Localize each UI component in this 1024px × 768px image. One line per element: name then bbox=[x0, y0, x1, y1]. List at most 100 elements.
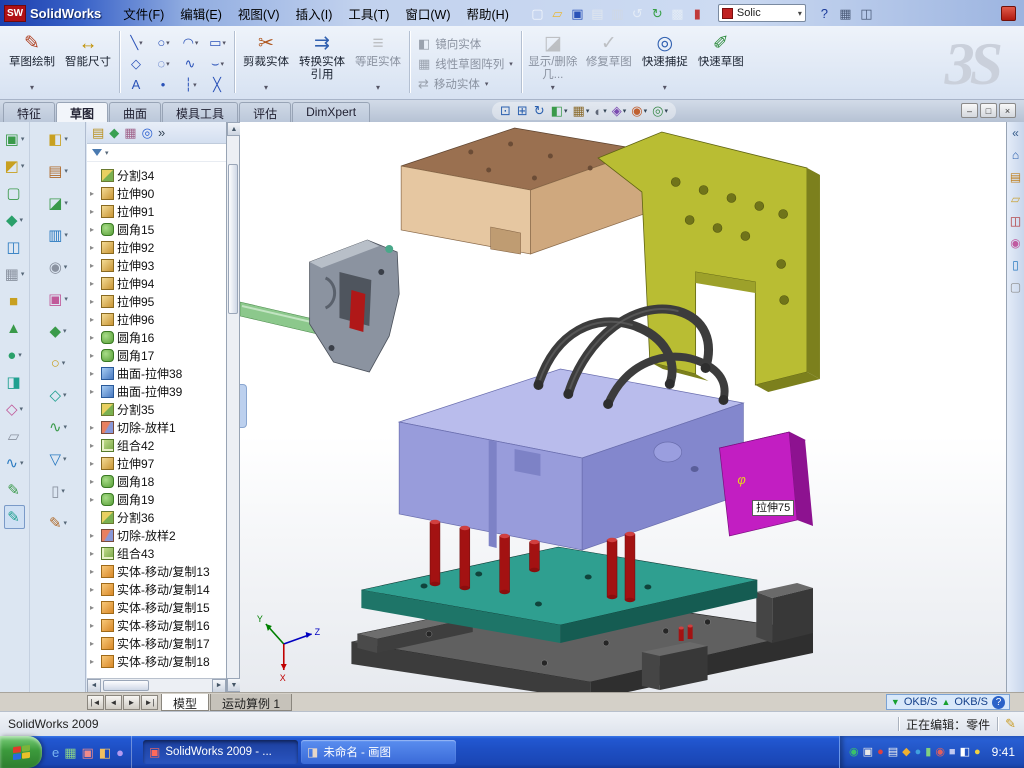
scroll-left-icon[interactable]: ◄ bbox=[87, 679, 101, 693]
document-tab[interactable]: 模型 bbox=[161, 694, 209, 711]
expand-arrow-icon[interactable]: ▸ bbox=[90, 549, 98, 558]
undo-icon[interactable]: ↺ bbox=[629, 5, 646, 22]
display-delete-relations-button[interactable]: ◪ 显示/删除几... ▾ bbox=[525, 30, 581, 94]
tray-icon[interactable]: ● bbox=[915, 747, 922, 758]
left-toolbar-icon[interactable]: ▽ ▾ bbox=[46, 447, 69, 471]
left-toolbar-icon[interactable]: ▦ ▾ bbox=[2, 262, 28, 286]
sheet-nav-button[interactable]: ◄ bbox=[105, 695, 122, 710]
tray-icon[interactable]: ● bbox=[974, 747, 981, 758]
titlebar-red-button[interactable] bbox=[1001, 6, 1016, 21]
feature-tree-item[interactable]: ▸ 圆角19 bbox=[87, 490, 226, 508]
graphics-viewport[interactable]: φ bbox=[240, 122, 1006, 692]
tray-icon[interactable]: ▣ bbox=[863, 747, 873, 758]
left-toolbar-icon[interactable]: ▤ ▾ bbox=[45, 159, 71, 183]
expand-arrow-icon[interactable]: ▸ bbox=[90, 243, 98, 252]
feature-tree-item[interactable]: ▸ 组合43 bbox=[87, 544, 226, 562]
left-toolbar-icon[interactable]: ▣ ▾ bbox=[2, 127, 28, 151]
left-toolbar-icon[interactable]: ◇ ▾ bbox=[3, 397, 26, 421]
tree-filter[interactable]: ▾ bbox=[87, 144, 226, 162]
menu-item[interactable]: 编辑(E) bbox=[172, 1, 230, 26]
tree-overflow-chevron[interactable]: » bbox=[158, 126, 165, 139]
left-toolbar-icon[interactable]: ✎ ▾ bbox=[46, 511, 70, 535]
expand-arrow-icon[interactable]: ▸ bbox=[90, 531, 98, 540]
scroll-up-icon[interactable]: ▲ bbox=[227, 122, 241, 136]
scrollbar-thumb[interactable] bbox=[228, 164, 238, 314]
expand-arrow-icon[interactable]: ▸ bbox=[90, 297, 98, 306]
print-icon[interactable]: ▤ bbox=[589, 5, 606, 22]
expand-arrow-icon[interactable]: ▸ bbox=[90, 459, 98, 468]
arc-icon[interactable]: ◠ ▾ bbox=[177, 32, 204, 53]
left-toolbar-icon[interactable]: ◆ ▾ bbox=[46, 319, 69, 343]
left-toolbar-icon[interactable]: ▥ ▾ bbox=[45, 223, 71, 247]
centerline-icon[interactable]: ┆ ▾ bbox=[177, 74, 204, 95]
taskbar-task[interactable]: ▣ SolidWorks 2009 - ... bbox=[143, 740, 298, 764]
left-toolbar-icon[interactable]: ◨ bbox=[3, 370, 25, 394]
previous-view-icon[interactable]: ↻ bbox=[534, 103, 546, 119]
sketch-draw-button[interactable]: ✎ 草图绘制 ▾ bbox=[4, 30, 60, 94]
section-view-icon[interactable]: ◧ ▾ bbox=[551, 103, 568, 119]
feature-tree-item[interactable]: ▸ 圆角17 bbox=[87, 346, 226, 364]
part-cavity-block[interactable] bbox=[399, 369, 764, 550]
sheet-nav-button[interactable]: |◄ bbox=[87, 695, 104, 710]
minimize-button[interactable]: – bbox=[961, 103, 978, 118]
sketch-fillet-icon[interactable]: ⌣ ▾ bbox=[204, 53, 231, 74]
convert-entities-button[interactable]: ⇉ 转换实体引用 bbox=[294, 30, 350, 94]
quick-launch-icon[interactable]: ● bbox=[116, 746, 124, 759]
polygon-icon[interactable]: ◇ bbox=[123, 53, 150, 74]
part-nozzle-clamp[interactable] bbox=[240, 240, 399, 372]
offset-entities-button[interactable]: ≡ 等距实体 ▾ bbox=[350, 30, 406, 94]
feature-tree-item[interactable]: ▸ 拉伸90 bbox=[87, 184, 226, 202]
options-icon[interactable]: ▩ bbox=[669, 5, 686, 22]
menu-item[interactable]: 插入(I) bbox=[288, 1, 341, 26]
feature-tree-item[interactable]: ▸ 切除-放样1 bbox=[87, 418, 226, 436]
part-top-clamp-plate[interactable] bbox=[401, 128, 644, 254]
propertymanager-tab-icon[interactable]: ◆ bbox=[109, 126, 119, 139]
menu-item[interactable]: 帮助(H) bbox=[459, 1, 517, 26]
display-style-icon[interactable]: ◐ ▾ bbox=[594, 104, 606, 119]
move-entities-button[interactable]: ⇄ 移动实体 ▾ bbox=[413, 75, 518, 93]
trim-entities-button[interactable]: ✂ 剪裁实体 ▾ bbox=[238, 30, 294, 94]
feature-tree-item[interactable]: ▸ 组合42 bbox=[87, 436, 226, 454]
feature-tree-item[interactable]: ▸ 圆角16 bbox=[87, 328, 226, 346]
left-toolbar-icon[interactable]: ✎ bbox=[4, 505, 25, 529]
expand-arrow-icon[interactable]: ▸ bbox=[90, 495, 98, 504]
feature-tree-item[interactable]: ▸ 实体-移动/复制18 bbox=[87, 652, 226, 670]
taskbar-task[interactable]: ◨ 未命名 - 画图 bbox=[301, 740, 456, 764]
tray-icon[interactable]: ▤ bbox=[888, 747, 898, 758]
panel-splitter-grip[interactable] bbox=[240, 384, 247, 428]
configurationmanager-tab-icon[interactable]: ▦ bbox=[124, 126, 136, 139]
left-toolbar-icon[interactable]: ▯ ▾ bbox=[48, 479, 68, 503]
left-toolbar-icon[interactable]: ✎ bbox=[4, 478, 25, 502]
design-library-icon[interactable]: ▤ bbox=[1010, 171, 1021, 183]
tree-horizontal-scrollbar[interactable]: ◄ ► bbox=[87, 678, 226, 692]
scene-icon[interactable]: ◎ ▾ bbox=[652, 103, 668, 119]
tray-icon[interactable]: ● bbox=[877, 747, 884, 758]
expand-arrow-icon[interactable]: ▸ bbox=[90, 369, 98, 378]
tray-icon[interactable]: ◧ bbox=[960, 747, 970, 758]
mirror-entities-button[interactable]: ◧ 镜向实体 bbox=[413, 35, 518, 53]
quick-tips-icon[interactable]: ✎ bbox=[1005, 716, 1016, 732]
tray-icon[interactable]: ◆ bbox=[902, 747, 910, 758]
left-toolbar-icon[interactable]: ◇ ▾ bbox=[46, 383, 69, 407]
custom-properties-icon[interactable]: ▯ bbox=[1012, 259, 1019, 271]
spline-icon[interactable]: ∿ bbox=[177, 53, 204, 74]
tray-icon[interactable]: ■ bbox=[949, 747, 956, 758]
scrollbar-thumb[interactable] bbox=[103, 680, 149, 691]
command-tab[interactable]: DimXpert bbox=[292, 102, 370, 122]
feature-tree-item[interactable]: 分割36 bbox=[87, 508, 226, 526]
text-icon[interactable]: A bbox=[123, 74, 150, 95]
linear-sketch-pattern-button[interactable]: ▦ 线性草图阵列 ▾ bbox=[413, 55, 518, 73]
open-icon[interactable]: ▱ bbox=[549, 5, 566, 22]
feature-tree-item[interactable]: ▸ 拉伸95 bbox=[87, 292, 226, 310]
left-toolbar-icon[interactable]: ◩ ▾ bbox=[2, 154, 28, 178]
left-toolbar-icon[interactable]: ■ bbox=[6, 289, 23, 313]
quick-launch-icon[interactable]: ▦ bbox=[64, 746, 76, 759]
left-toolbar-icon[interactable]: ◧ ▾ bbox=[45, 127, 71, 151]
expand-arrow-icon[interactable]: ▸ bbox=[90, 333, 98, 342]
toolbar-extra-icon[interactable]: ▦ bbox=[837, 5, 854, 22]
appearance-icon[interactable]: ◉ ▾ bbox=[631, 103, 647, 119]
feature-tree-item[interactable]: ▸ 实体-移动/复制15 bbox=[87, 598, 226, 616]
tray-icon[interactable]: ◉ bbox=[849, 747, 859, 758]
toolbar-extra-icon-2[interactable]: ◫ bbox=[858, 5, 875, 22]
rectangle-icon[interactable]: ▭ ▾ bbox=[204, 32, 231, 53]
